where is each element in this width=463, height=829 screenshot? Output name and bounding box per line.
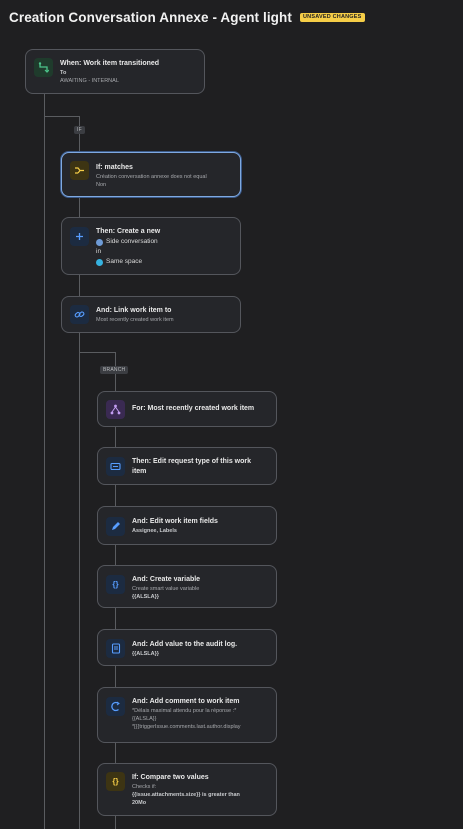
rule-title: Creation Conversation Annexe - Agent lig…	[9, 9, 292, 25]
branch-condition-icon	[70, 161, 89, 180]
add-comment-line1: *Délais maximal attendu pour la réponse …	[132, 708, 237, 714]
edit-request-heading: Then: Edit request type of this work ite…	[132, 458, 252, 475]
compare-icon: {}	[106, 772, 125, 791]
compare-line3: 20Mo	[132, 800, 147, 806]
branch-for-heading: For: Most recently created work item	[132, 405, 255, 412]
header: Creation Conversation Annexe - Agent lig…	[9, 7, 365, 27]
compare-line1: Checks if:	[132, 784, 157, 790]
space-icon	[96, 258, 103, 266]
edit-fields-card[interactable]: And: Edit work item fields Assignee, Lab…	[97, 506, 277, 545]
link-sub: Most recently created work item	[96, 317, 174, 323]
trigger-to-label: To	[60, 70, 67, 76]
comment-icon	[106, 697, 125, 716]
condition-line2: Non	[96, 182, 107, 188]
add-comment-line2: {{ALSLA}}	[132, 716, 157, 722]
audit-log-heading: And: Add value to the audit log.	[132, 641, 238, 648]
in-label: in	[96, 248, 102, 255]
same-space-label: Same space	[106, 258, 143, 265]
create-variable-value: {{ALSLA}}	[132, 594, 159, 600]
side-conversation-icon	[96, 238, 103, 246]
unsaved-changes-badge: UNSAVED CHANGES	[299, 12, 365, 22]
add-comment-line3: *[{{triggerIssue.comments.last.author.di…	[132, 724, 241, 730]
condition-line1: Création conversation annexe does not eq…	[96, 174, 207, 180]
add-comment-card[interactable]: And: Add comment to work item *Délais ma…	[97, 687, 277, 743]
request-type-icon	[106, 457, 125, 476]
branch-icon	[106, 400, 125, 419]
branch-tag: BRANCH	[100, 366, 129, 374]
create-side-conversation-card[interactable]: Then: Create a new Side conversation in …	[61, 217, 241, 275]
edit-fields-sub: Assignee, Labels	[132, 528, 177, 534]
connector-line	[79, 352, 115, 353]
transition-icon	[34, 58, 53, 77]
connector-line	[44, 93, 45, 829]
trigger-card[interactable]: When: Work item transitioned To AWAITING…	[25, 49, 205, 94]
if-tag: IF	[74, 126, 85, 134]
plus-icon	[70, 227, 89, 246]
create-heading: Then: Create a new	[96, 228, 161, 235]
compare-values-card[interactable]: {} If: Compare two values Checks if: {{i…	[97, 763, 277, 816]
audit-log-icon	[106, 639, 125, 658]
condition-heading: If: matches	[96, 164, 133, 171]
variable-icon: {}	[106, 575, 125, 594]
edit-request-type-card[interactable]: Then: Edit request type of this work ite…	[97, 447, 277, 485]
link-work-item-card[interactable]: And: Link work item to Most recently cre…	[61, 296, 241, 333]
side-conversation-label: Side conversation	[106, 238, 158, 245]
link-icon	[70, 305, 89, 324]
compare-heading: If: Compare two values	[132, 774, 209, 781]
audit-log-value: {{ALSLA}}	[132, 651, 159, 657]
link-heading: And: Link work item to	[96, 307, 172, 314]
pencil-icon	[106, 517, 125, 536]
edit-fields-heading: And: Edit work item fields	[132, 518, 218, 525]
trigger-to-value: AWAITING - INTERNAL	[60, 78, 119, 84]
trigger-heading: When: Work item transitioned	[60, 60, 160, 67]
create-variable-card[interactable]: {} And: Create variable Create smart val…	[97, 565, 277, 608]
compare-line2: {{issue.attachments.size}} is greater th…	[132, 792, 240, 798]
add-comment-heading: And: Add comment to work item	[132, 698, 240, 705]
branch-for-card[interactable]: For: Most recently created work item	[97, 391, 277, 427]
connector-line	[44, 116, 80, 117]
create-variable-heading: And: Create variable	[132, 576, 201, 583]
condition-card[interactable]: If: matches Création conversation annexe…	[61, 152, 241, 197]
audit-log-card[interactable]: And: Add value to the audit log. {{ALSLA…	[97, 629, 277, 666]
create-variable-sub: Create smart value variable	[132, 586, 200, 592]
